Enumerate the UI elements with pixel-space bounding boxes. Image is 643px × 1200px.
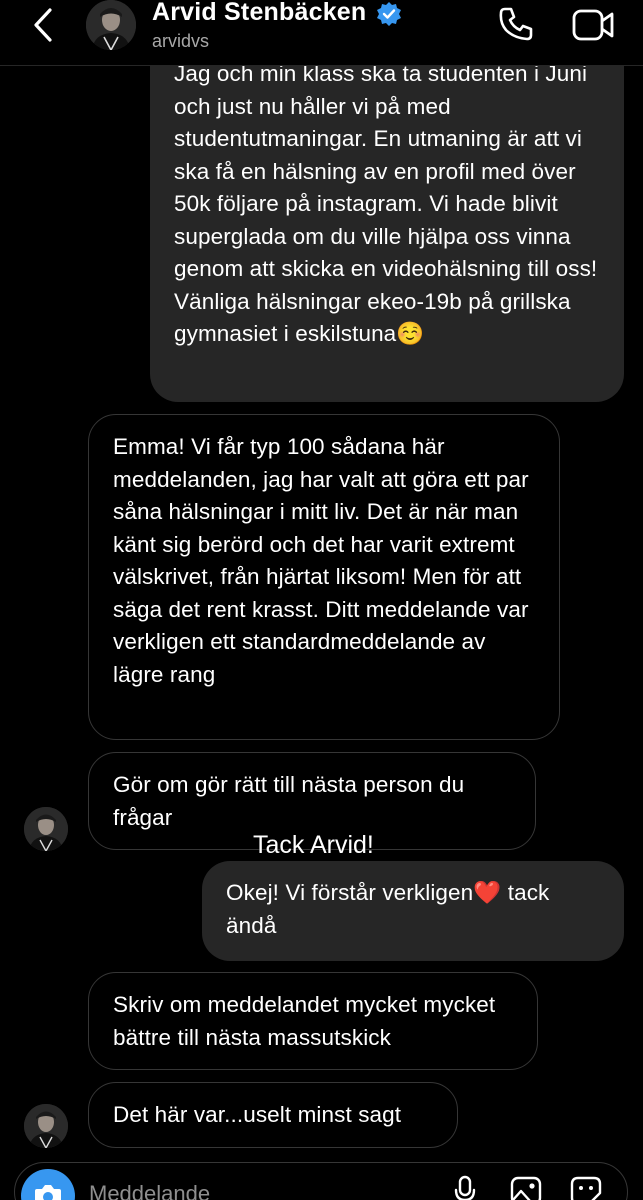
camera-button[interactable] <box>21 1169 75 1200</box>
message-composer[interactable]: Meddelande <box>14 1162 628 1200</box>
camera-icon <box>35 1185 61 1200</box>
back-chevron-icon[interactable] <box>30 6 58 44</box>
message-received[interactable]: Det här var...uselt minst sagt <box>88 1082 458 1148</box>
message-sent[interactable]: Okej! Vi förstår verkligen❤️ tack ändå <box>202 861 624 961</box>
microphone-icon[interactable] <box>451 1175 479 1200</box>
contact-avatar-small[interactable] <box>24 1104 68 1148</box>
contact-avatar-small[interactable] <box>24 807 68 851</box>
gallery-icon[interactable] <box>509 1175 543 1200</box>
contact-name[interactable]: Arvid Stenbäcken <box>152 0 366 27</box>
verified-badge-icon <box>377 2 401 26</box>
overlay-caption: Tack Arvid! <box>253 831 374 859</box>
message-sent[interactable]: Jag och min klass ska ta studenten i Jun… <box>150 28 624 402</box>
message-received[interactable]: Emma! Vi får typ 100 sådana här meddelan… <box>88 414 560 740</box>
message-received[interactable]: Skriv om meddelandet mycket mycket bättr… <box>88 972 538 1070</box>
video-camera-icon[interactable] <box>572 8 614 42</box>
chat-header: Arvid Stenbäcken arvidvs <box>0 0 643 66</box>
phone-icon[interactable] <box>496 4 536 44</box>
sticker-icon[interactable] <box>569 1175 603 1200</box>
message-input[interactable]: Meddelande <box>89 1181 210 1200</box>
contact-avatar[interactable] <box>86 0 136 50</box>
contact-handle: arvidvs <box>152 31 210 51</box>
